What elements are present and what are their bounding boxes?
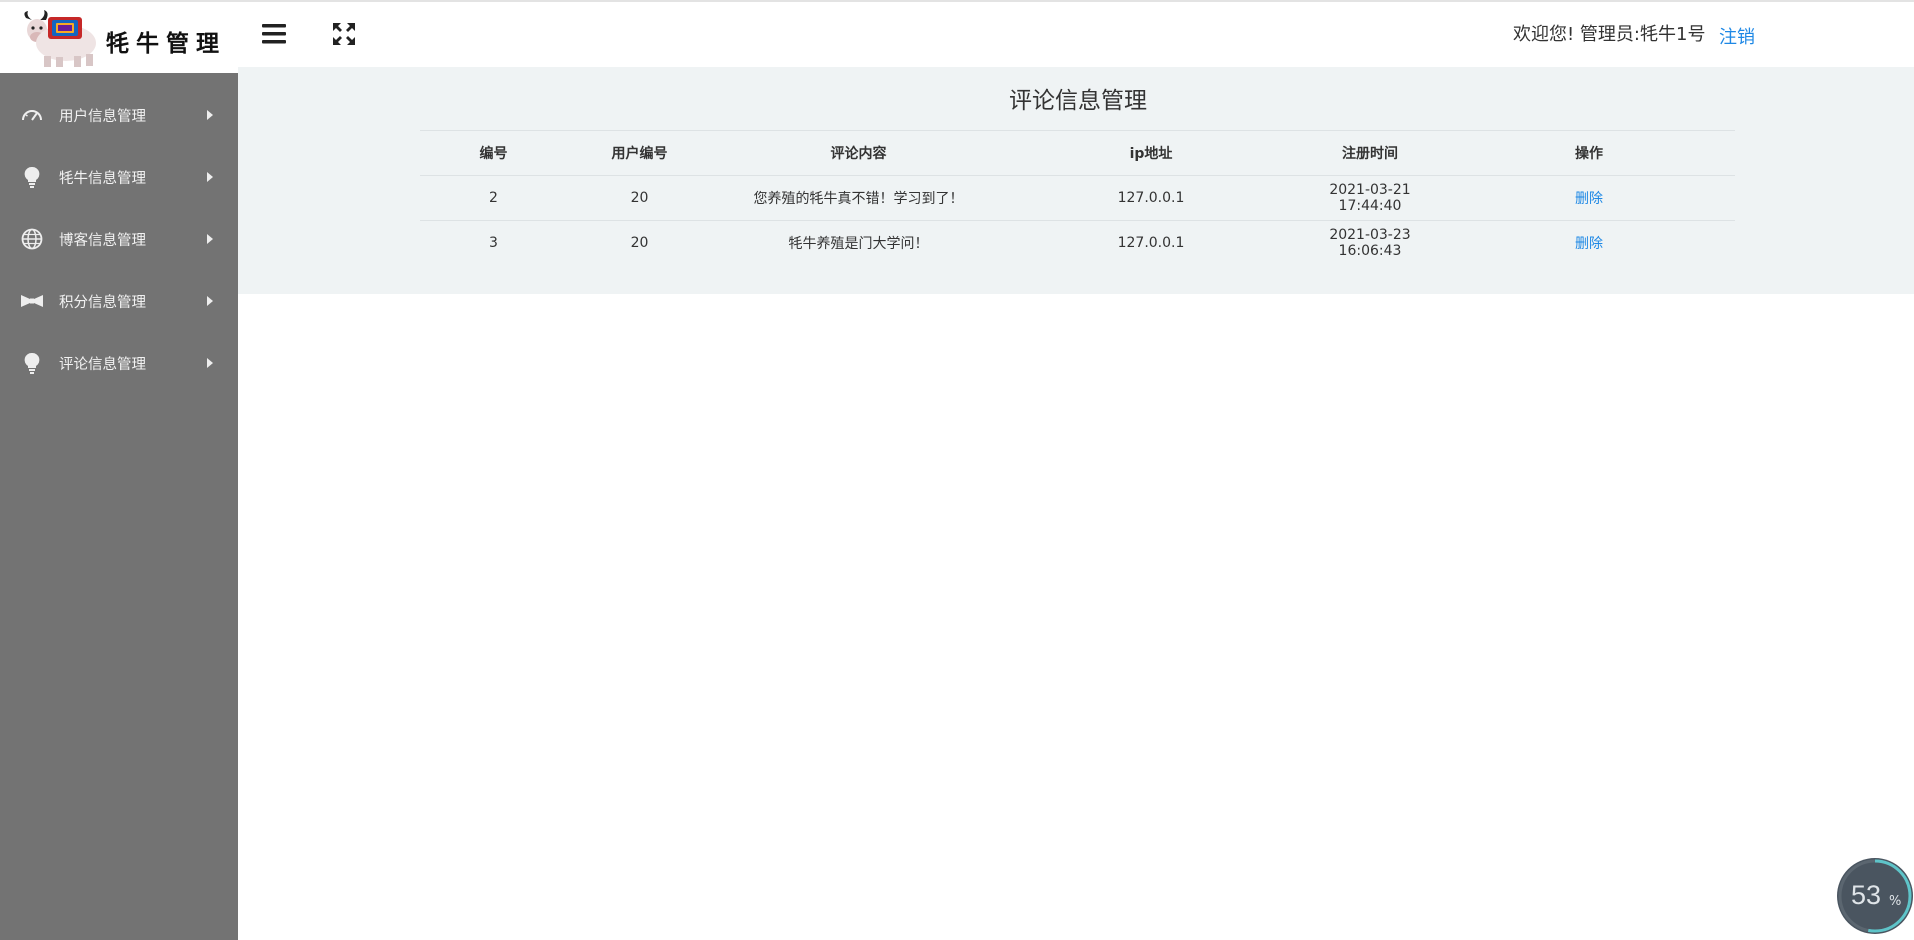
- sidebar-nav: 用户信息管理 牦牛信息管理 博客信息管理 积分信息管理 评论信息管理: [0, 84, 238, 394]
- cell-user-id: 20: [567, 220, 712, 265]
- sidebar-item-label: 积分信息管理: [59, 295, 146, 311]
- cell-id: 2: [420, 175, 567, 221]
- column-header: 评论内容: [712, 130, 1005, 176]
- hamburger-menu-icon[interactable]: [260, 20, 288, 48]
- page-title: 评论信息管理: [1009, 88, 1147, 114]
- delete-link[interactable]: 删除: [1575, 236, 1603, 252]
- sidebar: 牦牛管理 用户信息管理 牦牛信息管理 博客信息管理 积分信息管理 评论信息管理: [0, 2, 238, 940]
- table-row: 2 20 您养殖的牦牛真不错！学习到了！ 127.0.0.1 2021-03-2…: [420, 175, 1735, 221]
- globe-icon: [21, 228, 43, 250]
- sidebar-item-label: 牦牛信息管理: [59, 171, 146, 187]
- sidebar-item-comment-info[interactable]: 评论信息管理: [0, 332, 238, 394]
- comments-table: 编号 用户编号 评论内容 ip地址 注册时间 操作 2 20 您养殖的牦牛真不错…: [420, 130, 1735, 265]
- table-row: 3 20 牦牛养殖是门大学问！ 127.0.0.1 2021-03-23 16:…: [420, 220, 1735, 265]
- cell-id: 3: [420, 220, 567, 265]
- chevron-right-icon: [207, 172, 213, 182]
- chevron-right-icon: [207, 110, 213, 120]
- cell-ip: 127.0.0.1: [1005, 220, 1297, 265]
- logout-link[interactable]: 注销: [1719, 23, 1755, 49]
- logo-text: 牦牛管理: [106, 30, 226, 57]
- column-header: 编号: [420, 130, 567, 176]
- cell-user-id: 20: [567, 175, 712, 221]
- sidebar-item-points-info[interactable]: 积分信息管理: [0, 270, 238, 332]
- chevron-right-icon: [207, 234, 213, 244]
- column-header: 用户编号: [567, 130, 712, 176]
- lightbulb-icon: [24, 352, 40, 374]
- yak-logo-icon: [24, 10, 96, 67]
- cell-content: 牦牛养殖是门大学问！: [712, 220, 1005, 265]
- cell-action: 删除: [1443, 220, 1735, 265]
- progress-widget[interactable]: 53 %: [1837, 858, 1913, 934]
- column-header: 操作: [1443, 130, 1735, 176]
- lightbulb-icon: [24, 166, 40, 188]
- table-header-row: 编号 用户编号 评论内容 ip地址 注册时间 操作: [420, 130, 1735, 176]
- welcome-text: 欢迎您! 管理员:牦牛1号: [1513, 24, 1706, 45]
- cell-ip: 127.0.0.1: [1005, 175, 1297, 221]
- chevron-right-icon: [207, 296, 213, 306]
- column-header: 注册时间: [1297, 130, 1443, 176]
- sidebar-item-label: 博客信息管理: [59, 233, 146, 249]
- cell-content: 您养殖的牦牛真不错！学习到了！: [712, 175, 1005, 221]
- sidebar-item-user-info[interactable]: 用户信息管理: [0, 84, 238, 146]
- sidebar-item-blog-info[interactable]: 博客信息管理: [0, 208, 238, 270]
- content-panel: 评论信息管理 编号 用户编号 评论内容 ip地址 注册时间 操作 2 20 您养…: [238, 67, 1914, 294]
- sidebar-item-yak-info[interactable]: 牦牛信息管理: [0, 146, 238, 208]
- fullscreen-icon[interactable]: [330, 20, 358, 48]
- cell-time: 2021-03-21 17:44:40: [1297, 175, 1443, 221]
- logo[interactable]: 牦牛管理: [0, 2, 238, 73]
- sidebar-item-label: 用户信息管理: [59, 109, 146, 125]
- chevron-right-icon: [207, 358, 213, 368]
- top-header: 欢迎您! 管理员:牦牛1号 注销: [238, 2, 1914, 67]
- column-header: ip地址: [1005, 130, 1297, 176]
- progress-unit: %: [1889, 894, 1902, 909]
- delete-link[interactable]: 删除: [1575, 191, 1603, 207]
- progress-value: 53: [1851, 880, 1882, 910]
- cell-action: 删除: [1443, 175, 1735, 221]
- sidebar-item-label: 评论信息管理: [59, 357, 146, 373]
- cell-time: 2021-03-23 16:06:43: [1297, 220, 1443, 265]
- speedometer-icon: [22, 110, 42, 121]
- bowtie-icon: [21, 295, 43, 307]
